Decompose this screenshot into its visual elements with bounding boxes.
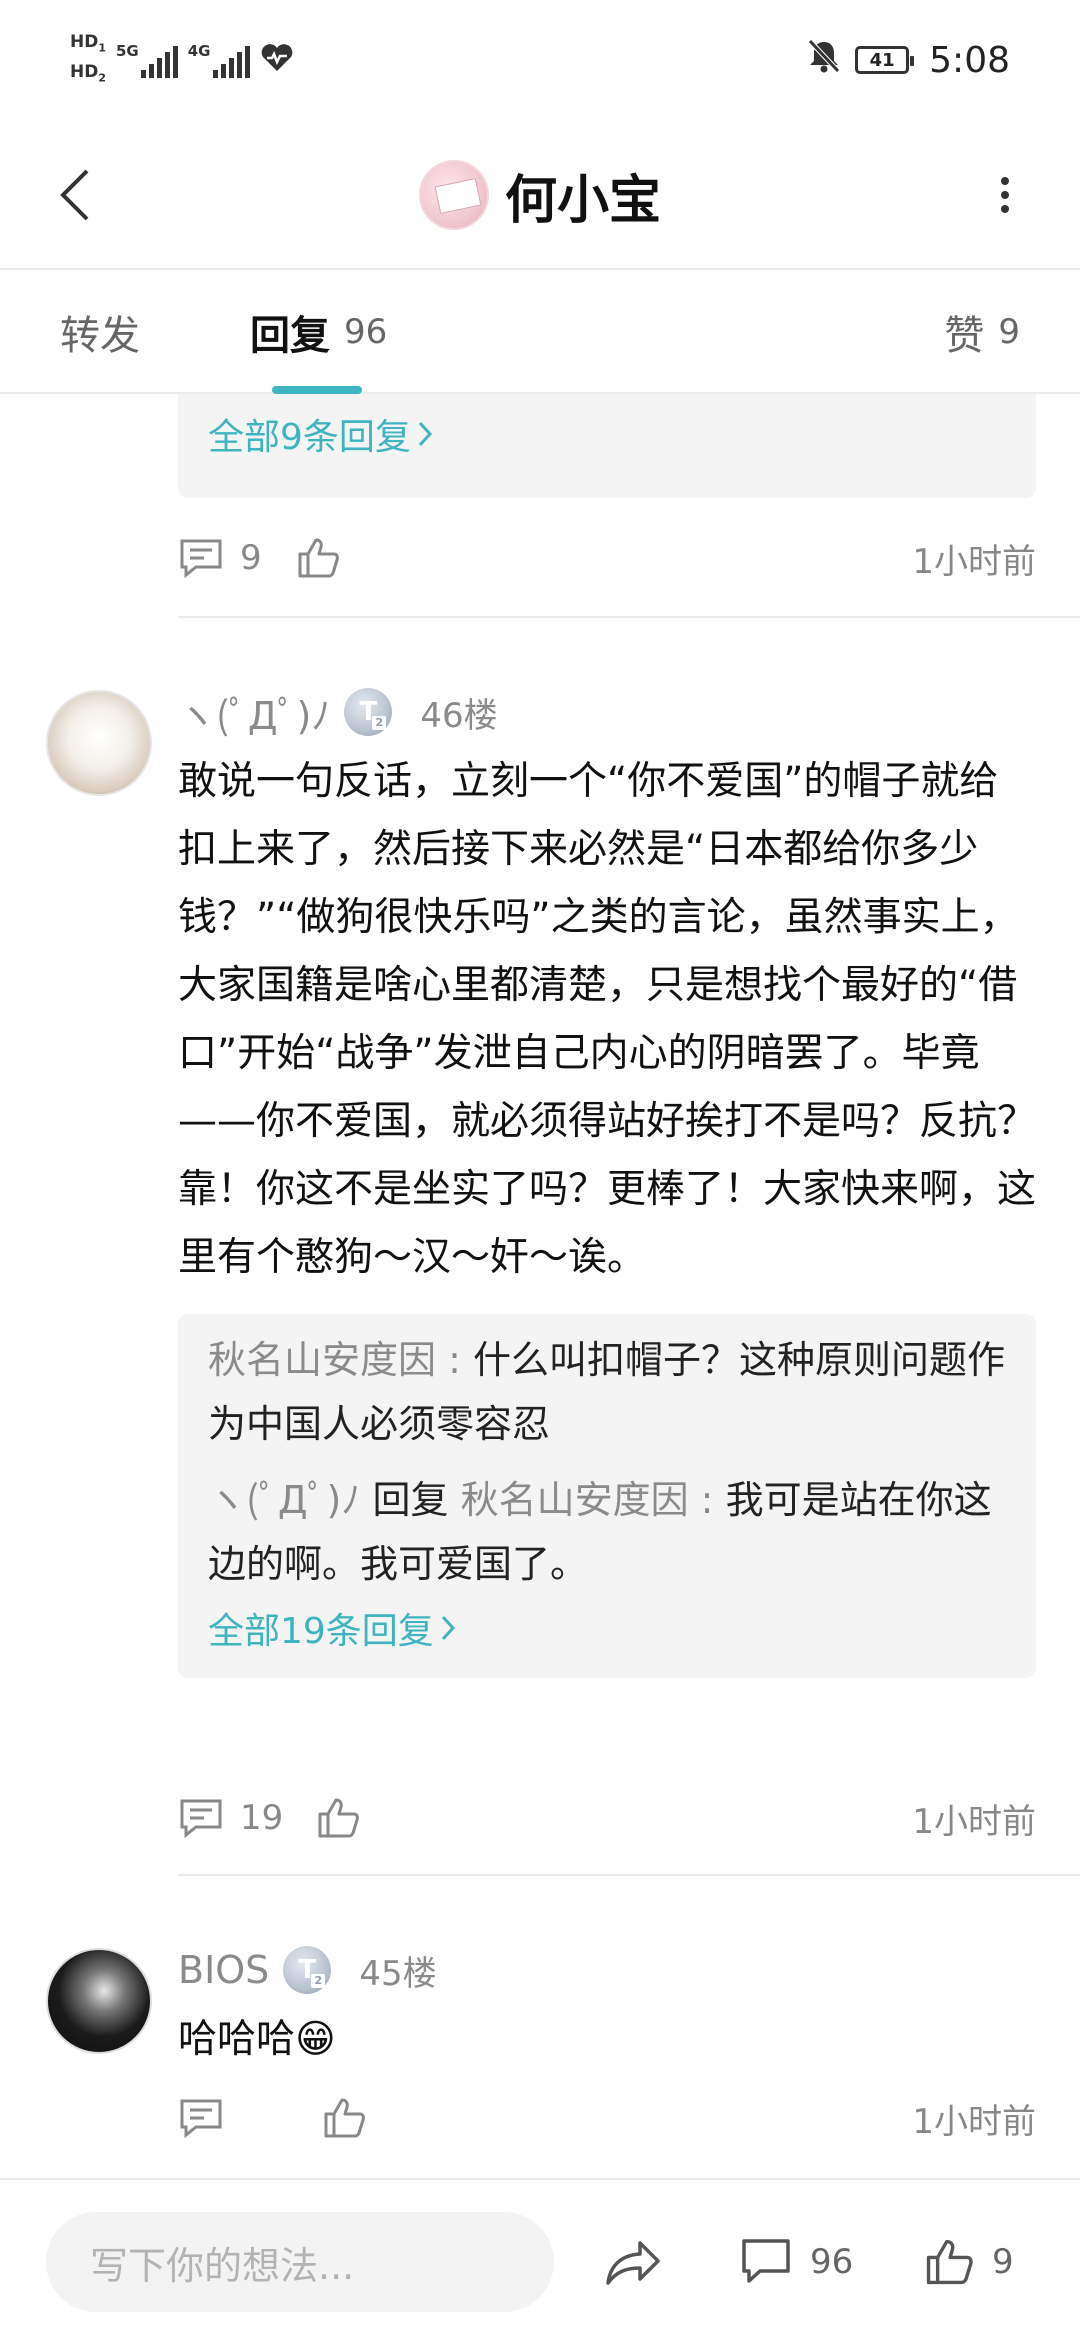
tab-like[interactable]: 赞 9	[944, 272, 1020, 392]
reply-line: ヽ(ﾟДﾟ)ﾉ 回复 秋名山安度因 : 我可是站在你这边的啊。我可爱国了。	[208, 1478, 992, 1586]
signal-4g-icon: 4G	[188, 42, 250, 78]
more-button[interactable]	[970, 160, 1040, 230]
reply-preview-box[interactable]: 秋名山安度因 : 什么叫扣帽子？这种原则问题作为中国人必须零容忍 ヽ(ﾟДﾟ)ﾉ…	[178, 1314, 1036, 1678]
comment-icon	[180, 1799, 222, 1839]
like-button[interactable]	[322, 2096, 366, 2140]
tab-reply-label: 回复	[250, 313, 330, 359]
reply-word: 回复	[372, 1478, 449, 1522]
mute-bell-icon	[807, 38, 841, 83]
comment-time: 1小时前	[912, 1801, 1036, 1842]
comment-icon	[742, 2239, 790, 2283]
tab-forward[interactable]: 转发	[60, 272, 140, 392]
reply-count-button[interactable]: 19	[178, 1797, 283, 1839]
tab-reply[interactable]: 回复 96	[250, 272, 387, 392]
status-bar: HD1 HD2 5G 4G 41 5:08	[0, 0, 1080, 120]
tab-indicator	[272, 386, 362, 394]
comment-header: BIOS T2 45楼	[178, 1940, 437, 2000]
reply-username[interactable]: ヽ(ﾟДﾟ)ﾉ	[208, 1478, 360, 1522]
thumbs-up-icon	[926, 2239, 973, 2285]
thumbs-up-icon	[298, 538, 339, 578]
comment-count-button[interactable]: 96	[740, 2212, 853, 2312]
all-replies-link[interactable]: 全部19条回复	[208, 1602, 1006, 1654]
comment-icon	[180, 2099, 222, 2139]
tab-reply-count: 96	[344, 312, 388, 352]
comment-time: 1小时前	[912, 541, 1036, 582]
reply-target-username[interactable]: 秋名山安度因	[461, 1478, 689, 1522]
comment-actions: 19 1小时前	[178, 1788, 1036, 1848]
comment-actions: 9 1小时前	[178, 528, 1036, 588]
reply-count-button[interactable]: 9	[178, 537, 262, 579]
thumbs-up-icon	[324, 2098, 365, 2138]
user-avatar[interactable]	[418, 160, 489, 230]
like-button[interactable]	[296, 536, 340, 580]
chevron-right-icon	[418, 421, 432, 447]
share-icon	[606, 2241, 660, 2285]
like-count-button[interactable]: 9	[924, 2212, 1014, 2312]
like-count: 9	[992, 2242, 1014, 2282]
comment-username[interactable]: BIOS	[178, 1948, 269, 1992]
commenter-avatar[interactable]	[46, 690, 152, 796]
battery-icon: 41	[855, 46, 915, 74]
reply-preview-box: 全部9条回复	[178, 394, 1036, 498]
chevron-right-icon	[441, 1615, 455, 1641]
comment-feed[interactable]: 全部9条回复 9 1小时前 ヽ(ﾟДﾟ)ﾉ T2 46楼 敢说一句反话，立刻一个…	[0, 394, 1080, 2178]
floor-number: 46楼	[420, 695, 498, 736]
clock: 5:08	[929, 39, 1010, 81]
comment-username[interactable]: ヽ(ﾟДﾟ)ﾉ	[178, 685, 330, 740]
thumbs-up-icon	[318, 1798, 359, 1838]
hd2-label: HD2	[70, 62, 106, 85]
page-title: 何小宝	[504, 170, 661, 231]
floor-number: 45楼	[359, 1953, 437, 1994]
status-right: 41 5:08	[807, 30, 1010, 90]
more-vertical-icon	[1001, 177, 1009, 213]
comment-header: ヽ(ﾟДﾟ)ﾉ T2 46楼	[178, 682, 498, 742]
all-replies-link[interactable]: 全部9条回复	[208, 408, 1006, 460]
comment-body: 敢说一句反话，立刻一个“你不爱国”的帽子就给扣上来了，然后接下来必然是“日本都给…	[178, 759, 1037, 1280]
level-badge-icon: T2	[344, 688, 393, 736]
title-wrap: 何小宝	[0, 145, 1080, 245]
share-button[interactable]	[604, 2212, 662, 2312]
compose-input[interactable]: 写下你的想法...	[46, 2212, 554, 2312]
tab-like-label: 赞	[944, 313, 985, 359]
signal-5g-icon: 5G	[116, 42, 178, 78]
heart-health-icon	[260, 43, 294, 77]
header: 何小宝	[0, 120, 1080, 270]
level-badge-icon: T2	[283, 1946, 332, 1994]
comment-body: 哈哈哈😁	[178, 2017, 336, 2062]
tab-like-count: 9	[998, 312, 1020, 352]
like-button[interactable]	[316, 1796, 360, 1840]
commenter-avatar[interactable]	[46, 1948, 152, 2054]
bottom-bar: 写下你的想法... 96 9	[0, 2178, 1080, 2340]
divider	[178, 616, 1080, 618]
reply-button[interactable]	[178, 2097, 224, 2139]
comment-count: 96	[810, 2242, 854, 2282]
reply-line: 秋名山安度因 : 什么叫扣帽子？这种原则问题作为中国人必须零容忍	[208, 1338, 1006, 1446]
comment-time: 1小时前	[912, 2101, 1036, 2142]
status-left: HD1 HD2 5G 4G	[70, 30, 294, 90]
divider	[178, 1874, 1080, 1876]
reply-username[interactable]: 秋名山安度因	[208, 1338, 436, 1382]
comment-actions: 1小时前	[178, 2088, 1036, 2148]
comment-icon	[180, 539, 222, 579]
hd1-label: HD1	[70, 31, 106, 54]
tab-bar: 转发 回复 96 赞 9	[0, 272, 1080, 394]
hd-indicators: HD1 HD2	[70, 32, 106, 89]
tab-forward-label: 转发	[60, 313, 140, 359]
